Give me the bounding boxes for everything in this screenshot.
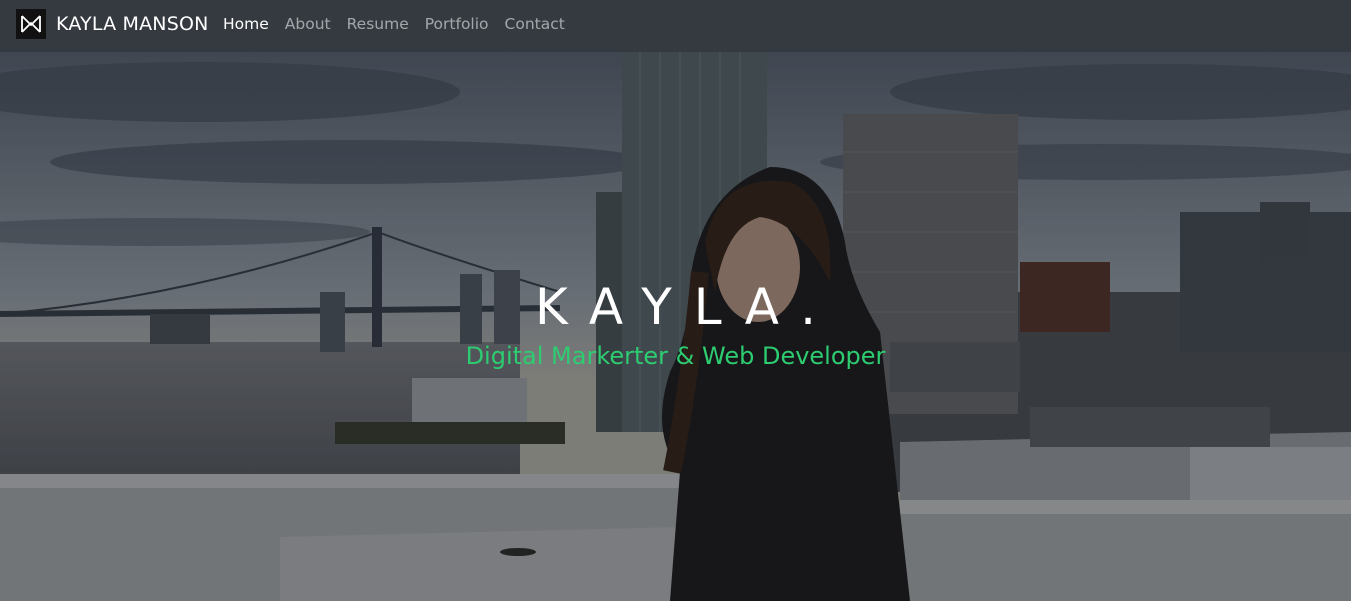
brand-name: KAYLA MANSON <box>56 13 209 35</box>
brand-link[interactable]: KAYLA MANSON <box>16 8 209 40</box>
hero-section: KAYLA. Digital Markerter & Web Developer <box>0 52 1351 601</box>
nav-home[interactable]: Home <box>223 15 269 33</box>
nav-portfolio[interactable]: Portfolio <box>425 15 489 33</box>
main-nav: Home About Resume Portfolio Contact <box>223 13 581 35</box>
nav-contact[interactable]: Contact <box>505 15 565 33</box>
nav-resume[interactable]: Resume <box>347 15 409 33</box>
nav-about[interactable]: About <box>285 15 331 33</box>
hero-title: KAYLA. <box>535 278 838 336</box>
hero-subtitle: Digital Markerter & Web Developer <box>465 342 886 370</box>
navbar: KAYLA MANSON Home About Resume Portfolio… <box>0 0 1351 52</box>
km-monogram-icon <box>16 9 46 39</box>
